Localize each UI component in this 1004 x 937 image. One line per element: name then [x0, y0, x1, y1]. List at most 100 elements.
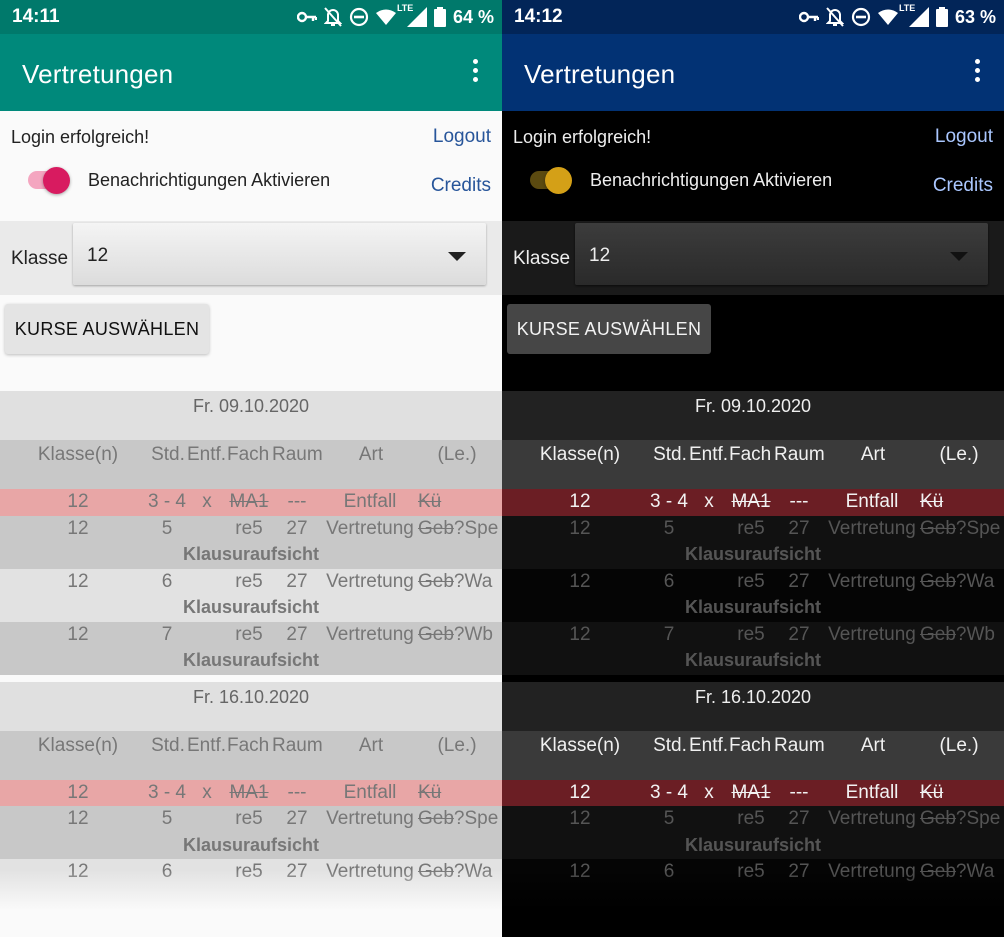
- header-le: (Le.): [437, 444, 477, 465]
- cell-raum: 27: [286, 808, 308, 829]
- klasse-label: Klasse: [513, 248, 571, 269]
- header-entf: Entf.: [187, 444, 227, 465]
- cell-fach: re5: [235, 623, 263, 645]
- notifications-label: Benachrichtigungen Aktivieren: [590, 170, 833, 190]
- lehrer-original: Geb: [418, 570, 454, 592]
- klasse-label: Klasse: [11, 248, 69, 269]
- vertretung-list[interactable]: Fr. 09.10.2020 Klasse(n) Std. Entf. Fach Raum…: [0, 391, 502, 937]
- lehrer-original: Geb: [418, 623, 454, 645]
- lehrer-original: Geb: [920, 570, 956, 592]
- cell-std: 5: [161, 808, 173, 829]
- cell-raum: ---: [789, 781, 809, 803]
- header-raum: Raum: [272, 444, 323, 465]
- row-note: Klausuraufsicht: [502, 542, 1004, 569]
- scroll-fade: [502, 870, 1004, 937]
- day-date-header: Fr. 16.10.2020: [502, 681, 1004, 731]
- klasse-selector-bar: Klasse 12: [0, 221, 502, 295]
- overflow-menu-icon[interactable]: [972, 59, 982, 87]
- cell-signal-icon: LTE: [397, 3, 427, 27]
- cell-art: Entfall: [845, 491, 899, 512]
- table-row[interactable]: 12 5 re5 27 Vertretung Geb?Spe: [0, 515, 502, 542]
- cell-art: Vertretung: [326, 570, 414, 592]
- cell-art: Vertretung: [326, 623, 414, 645]
- lehrer-original: Geb: [920, 808, 956, 829]
- vertretung-list[interactable]: Fr. 09.10.2020 Klasse(n) Std. Entf. Fach Raum…: [502, 391, 1004, 937]
- cell-fach: MA1: [229, 491, 269, 512]
- header-klasse: Klasse(n): [539, 734, 621, 756]
- table-row[interactable]: 12 5 re5 27 Vertretung Geb?Spe: [502, 806, 1004, 833]
- cell-raum: 27: [286, 623, 308, 645]
- cell-std: 3 - 4: [147, 491, 187, 512]
- header-art: Art: [860, 444, 886, 465]
- credits-link[interactable]: Credits: [933, 175, 993, 197]
- credits-link[interactable]: Credits: [431, 175, 491, 197]
- overflow-menu-icon[interactable]: [470, 59, 480, 87]
- app-bar: Vertretungen: [0, 34, 502, 111]
- cell-std: 7: [161, 623, 173, 645]
- row-note: Klausuraufsicht: [502, 595, 1004, 622]
- table-row[interactable]: 12 3 - 4 x MA1 --- Entfall Kü: [502, 489, 1004, 516]
- cell-raum: 27: [788, 623, 810, 645]
- cell-lehrer: Kü: [920, 782, 1002, 804]
- dropdown-arrow-icon: [950, 252, 968, 261]
- cell-lehrer: Kü: [920, 491, 1002, 513]
- cell-entf: x: [704, 781, 714, 803]
- table-header-row: Klasse(n) Std. Entf. Fach Raum Art (Le.): [502, 440, 1004, 489]
- header-fach: Fach: [729, 444, 772, 465]
- cell-art: Vertretung: [326, 808, 414, 829]
- table-row[interactable]: 12 7 re5 27 Vertretung Geb?Wb: [0, 621, 502, 648]
- klasse-dropdown[interactable]: 12: [73, 223, 486, 285]
- table-row[interactable]: 12 7 re5 27 Vertretung Geb?Wb: [502, 621, 1004, 648]
- status-bar: 14:12 LTE 63 %: [502, 0, 1004, 34]
- cell-art: Vertretung: [828, 570, 916, 592]
- app-bar: Vertretungen: [502, 34, 1004, 111]
- table-row[interactable]: 12 5 re5 27 Vertretung Geb?Spe: [0, 806, 502, 833]
- cell-lehrer: Kü: [418, 782, 500, 804]
- cell-std: 5: [161, 517, 173, 539]
- logout-link[interactable]: Logout: [433, 126, 491, 148]
- header-entf: Entf.: [689, 734, 729, 756]
- cell-lehrer: Geb?Spe: [418, 808, 500, 830]
- section-divider: [502, 674, 1004, 682]
- lehrer-vertretung: ?Wb: [955, 623, 995, 645]
- cell-std: 5: [663, 517, 675, 539]
- table-row[interactable]: 12 6 re5 27 VertretungGeb?Wa: [0, 568, 502, 595]
- table-row[interactable]: 12 6 re5 27 VertretungGeb?Wa: [502, 568, 1004, 595]
- table-row[interactable]: 12 3 - 4 x MA1 --- Entfall Kü: [502, 779, 1004, 806]
- cell-art: Entfall: [343, 781, 397, 803]
- battery-percent: 63 %: [954, 6, 996, 27]
- cell-lehrer: Geb?Spe: [920, 518, 1002, 540]
- notifications-toggle[interactable]: [28, 166, 74, 194]
- kurse-auswaehlen-button[interactable]: KURSE AUSWÄHLEN: [5, 304, 209, 354]
- cell-raum: 27: [788, 517, 810, 539]
- cell-std: 3 - 4: [649, 491, 689, 512]
- kurse-auswaehlen-button[interactable]: KURSE AUSWÄHLEN: [507, 304, 711, 354]
- table-row[interactable]: 12 3 - 4 x MA1 --- Entfall Kü: [0, 779, 502, 806]
- header-std: Std.: [653, 734, 687, 756]
- logout-link[interactable]: Logout: [935, 126, 993, 148]
- lehrer-original: Geb: [418, 808, 454, 829]
- lehrer-original: Kü: [920, 491, 944, 512]
- wifi-icon: [375, 9, 396, 25]
- lehrer-original: Geb: [418, 517, 454, 539]
- header-std: Std.: [151, 444, 185, 465]
- cell-raum: ---: [287, 491, 307, 512]
- cell-klasse: 12: [67, 570, 89, 592]
- cell-klasse: 12: [569, 517, 591, 539]
- table-row[interactable]: 12 5 re5 27 Vertretung Geb?Spe: [502, 515, 1004, 542]
- table-row[interactable]: 12 3 - 4 x MA1 --- Entfall Kü: [0, 489, 502, 516]
- cell-lehrer: Geb?Spe: [418, 518, 500, 540]
- table-header-row: Klasse(n) Std. Entf. Fach Raum Art (Le.): [502, 730, 1004, 780]
- header-entf: Entf.: [187, 734, 227, 756]
- cell-klasse: 12: [569, 623, 591, 645]
- cell-art: Vertretung: [828, 517, 916, 539]
- cell-lehrer: Geb?Spe: [920, 808, 1002, 830]
- cell-klasse: 12: [67, 781, 89, 803]
- klasse-dropdown[interactable]: 12: [575, 223, 988, 285]
- cell-std: 5: [663, 808, 675, 829]
- cell-fach: re5: [737, 808, 765, 829]
- do-not-disturb-icon: [851, 7, 871, 27]
- notifications-toggle[interactable]: [530, 166, 576, 194]
- lehrer-vertretung: ?Wa: [955, 570, 995, 592]
- cell-art: Vertretung: [828, 808, 916, 829]
